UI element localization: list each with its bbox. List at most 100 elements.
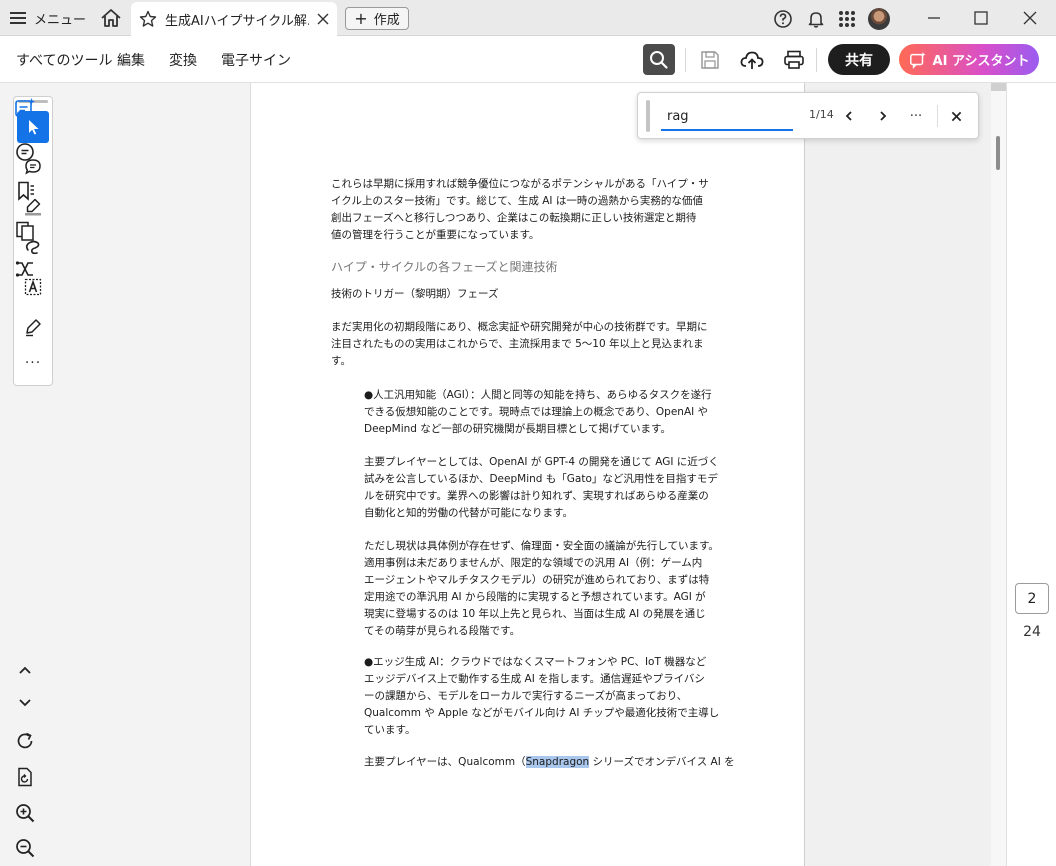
help-icon[interactable]	[773, 9, 793, 29]
text-line: エッジデバイス上で動作する生成 AI を指します。通信遅延やプライバシ	[364, 673, 705, 685]
text-line: 自動化と知的労働の代替が可能になります。	[364, 507, 573, 519]
pen-sign-icon	[26, 319, 41, 337]
chevron-down-icon[interactable]	[14, 691, 36, 713]
document-tab[interactable]: 生成AIハイプサイクル解...	[131, 2, 337, 36]
text-line: てその萌芽が見られる段階です。	[364, 625, 521, 637]
maximize-icon[interactable]	[971, 8, 991, 28]
ai-assistant-label: AI アシスタント	[932, 54, 1030, 69]
bullet-paragraph: ●人工汎用知能（AGI）：人間と同等の知能を持ち、あらゆるタスクを遂行 できる仮…	[364, 387, 712, 438]
text-line: す。	[331, 355, 351, 367]
text-box-icon	[24, 278, 42, 296]
close-icon	[951, 111, 961, 121]
print-icon[interactable]	[783, 49, 805, 71]
current-page-input[interactable]: 2	[1015, 583, 1049, 614]
find-input[interactable]	[661, 103, 793, 131]
text-line: 定用途での準汎用 AI から段階的に実現すると予想されています。AGI が	[364, 591, 706, 603]
text-line: エージェントやマルチタスクモデル）の研究が進められており、まずは特	[364, 574, 710, 586]
home-icon[interactable]	[100, 8, 122, 28]
bullet-paragraph: ●エッジ生成 AI：クラウドではなくスマートフォンや PC、IoT 機器など エ…	[364, 654, 719, 739]
search-icon	[650, 51, 668, 69]
paragraph: 主要プレイヤーは、Qualcomm（Snapdragon シリーズでオンデバイス…	[364, 754, 735, 771]
text-line: これらは早期に採用すれば競争優位につながるポテンシャルがある「ハイプ・サ	[331, 178, 709, 190]
cursor-arrow-icon	[29, 120, 39, 135]
text-line: まだ実用化の初期段階にあり、概念実証や研究開発が中心の技術群です。早期に	[331, 321, 708, 333]
bell-icon[interactable]	[806, 9, 826, 29]
title-bar: メニュー 生成AIハイプサイクル解... + 作成	[0, 0, 1056, 36]
text-line: 主要プレイヤーとしては、OpenAI が GPT-4 の開発を通じて AGI に…	[364, 456, 719, 468]
menu-all-tools[interactable]: すべてのツール	[16, 50, 112, 70]
cloud-upload-icon[interactable]	[740, 49, 764, 71]
pdf-page: これらは早期に採用すれば競争優位につながるポテンシャルがある「ハイプ・サ イクル…	[250, 83, 805, 866]
text-line: Qualcomm や Apple などがモバイル向け AI チップや最適化技術で…	[364, 707, 720, 719]
text-line: 創出フェーズへと移行しつつあり、企業はこの転換期に正しい技術選定と期待	[331, 212, 697, 224]
close-window-icon[interactable]	[1020, 8, 1040, 28]
text-line: ています。	[364, 724, 416, 736]
sign-tool[interactable]	[17, 311, 49, 343]
paragraph: 主要プレイヤーとしては、OpenAI が GPT-4 の開発を通じて AGI に…	[364, 454, 719, 522]
menu-button[interactable]: メニュー	[10, 6, 86, 30]
apps-grid-icon[interactable]	[837, 9, 857, 29]
tab-title: 生成AIハイプサイクル解...	[165, 13, 309, 29]
avatar[interactable]	[868, 8, 890, 30]
text-line: 注目されたものの実用はこれからで、主流採用まで 5～10 年以上と見込まれま	[331, 338, 704, 350]
text-line: イクル上のスター技術」です。総じて、生成 AI は一時の過熱から実務的な価値	[331, 195, 703, 207]
refresh-icon[interactable]	[14, 730, 36, 752]
text-line: ●人工汎用知能（AGI）：人間と同等の知能を持ち、あらゆるタスクを遂行	[364, 389, 712, 401]
save-icon[interactable]	[699, 49, 721, 71]
section-heading: ハイプ・サイクルの各フェーズと関連技術	[331, 260, 558, 274]
plus-icon: +	[354, 8, 368, 28]
menu-label: メニュー	[34, 12, 87, 28]
text-line: 現実に登場するのは 10 年以上先と見られ、当面は生成 AI の発展を通じ	[364, 608, 706, 620]
find-next-button[interactable]	[872, 105, 894, 127]
toolbar-divider	[816, 48, 817, 72]
vertical-scrollbar[interactable]	[991, 83, 1006, 866]
find-options-button[interactable]: ···	[905, 105, 927, 127]
ai-generate-icon[interactable]	[14, 97, 36, 119]
scrollbar-thumb[interactable]	[996, 136, 1000, 170]
page-total: 24	[1023, 624, 1041, 640]
text-line: ●エッジ生成 AI：クラウドではなくスマートフォンや PC、IoT 機器など	[364, 656, 707, 668]
paragraph: ただし現状は具体例が存在せず、倫理面・安全面の議論が先行しています。 適用事例は…	[364, 538, 719, 640]
comments-panel-icon[interactable]	[14, 141, 36, 163]
chevron-up-icon[interactable]	[14, 659, 36, 681]
minimize-icon[interactable]	[924, 8, 944, 28]
chevron-right-icon	[880, 111, 887, 121]
chevron-left-icon	[845, 111, 852, 121]
sub-heading: 技術のトリガー（黎明期）フェーズ	[331, 288, 499, 300]
zoom-in-icon[interactable]	[14, 802, 36, 824]
create-button[interactable]: + 作成	[345, 7, 409, 30]
search-match-highlight: Snapdragon	[525, 756, 590, 768]
text-line: ルを研究中です。業界への影響は計り知れず、実現すればあらゆる産業の	[364, 490, 709, 502]
scroll-up-arrow[interactable]	[991, 83, 1006, 91]
more-tools-button[interactable]: ···	[14, 355, 52, 371]
text-line: ただし現状は具体例が存在せず、倫理面・安全面の議論が先行しています。	[364, 540, 719, 552]
menu-convert[interactable]: 変換	[169, 50, 197, 70]
page-rotate-icon[interactable]	[14, 766, 36, 788]
star-icon[interactable]	[139, 10, 157, 28]
text-run: 主要プレイヤーは、Qualcomm（	[364, 756, 526, 768]
find-bar-handle[interactable]	[646, 100, 650, 132]
find-bar: 1/14 ···	[637, 92, 979, 139]
pages-icon[interactable]	[14, 220, 36, 242]
text-line: 試みを公言しているほか、DeepMind も「Gato」など汎用性を目指すモデ	[364, 473, 718, 485]
menu-e-sign[interactable]: 電子サイン	[221, 50, 291, 70]
text-line: ーの課題から、モデルをローカルで実行するニーズが高まっており、	[364, 690, 688, 702]
find-close-button[interactable]	[945, 105, 967, 127]
hamburger-icon	[10, 12, 26, 24]
text-line: 値の管理を行うことが重要になっています。	[331, 229, 540, 241]
search-button[interactable]	[643, 44, 675, 75]
share-button[interactable]: 共有	[828, 44, 890, 75]
find-previous-button[interactable]	[838, 105, 860, 127]
main-toolbar: すべてのツール 編集 変換 電子サイン 共有 AI アシスタント	[0, 36, 1056, 83]
text-run: シリーズでオンデバイス AI を	[589, 756, 735, 768]
menu-edit[interactable]: 編集	[117, 50, 145, 70]
compare-icon[interactable]	[14, 258, 36, 280]
ai-assistant-button[interactable]: AI アシスタント	[899, 44, 1039, 75]
bookmark-icon[interactable]	[14, 180, 36, 202]
right-rail	[1006, 83, 1056, 866]
ai-sparkle-icon	[909, 51, 926, 69]
find-divider	[937, 105, 938, 127]
close-tab-icon[interactable]	[317, 13, 329, 25]
paragraph: これらは早期に採用すれば競争優位につながるポテンシャルがある「ハイプ・サ イクル…	[331, 176, 709, 244]
zoom-out-icon[interactable]	[14, 837, 36, 859]
